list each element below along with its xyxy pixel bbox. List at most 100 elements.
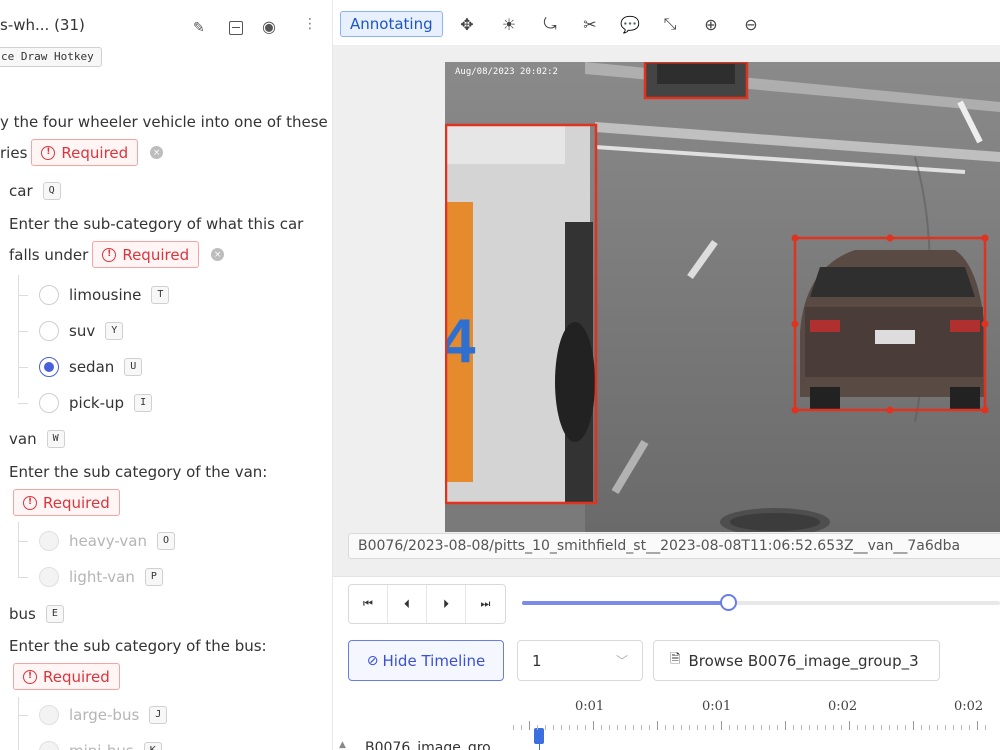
timeline-tick	[697, 725, 698, 730]
mode-badge[interactable]: Annotating	[340, 11, 443, 37]
van-sub-question: Enter the sub category of the van:	[9, 463, 268, 481]
option-heavy-van[interactable]: heavy-van	[69, 532, 147, 550]
brightness-icon[interactable]: ☀	[497, 12, 521, 36]
timeline-tick	[625, 725, 626, 730]
move-icon[interactable]: ✥	[455, 12, 479, 36]
clear-icon[interactable]: ×	[150, 146, 164, 159]
timeline-tick	[985, 725, 986, 730]
timeline-tick	[801, 725, 802, 730]
timeline-label: 0:01	[702, 699, 732, 714]
rotate-icon[interactable]: ⤿	[538, 12, 562, 36]
hotkey-badge[interactable]: ce Draw Hotkey	[0, 47, 102, 67]
frame-select-value: 1	[532, 651, 542, 670]
comment-icon[interactable]: 💬	[618, 12, 642, 36]
car-sub-question: Enter the sub-category of what this car	[9, 215, 304, 233]
timeline-tick	[649, 725, 650, 730]
timeline-tick	[537, 725, 538, 730]
brush-icon[interactable]: ✎	[193, 20, 205, 36]
timeline-tick	[609, 725, 610, 730]
more-icon[interactable]: ⋮	[303, 16, 317, 32]
clear-icon[interactable]: ×	[211, 248, 225, 261]
timeline-tick	[601, 725, 602, 730]
browse-button[interactable]: 🗎 Browse B0076_image_group_3	[653, 640, 940, 681]
timeline-tick	[977, 721, 978, 730]
timeline-tick	[689, 725, 690, 730]
radio-light-van[interactable]	[39, 567, 59, 587]
timeline-tick	[889, 725, 890, 730]
option-sedan[interactable]: sedan	[69, 358, 114, 376]
option-limousine[interactable]: limousine	[69, 286, 141, 304]
car-sub-question-2: falls under	[9, 245, 89, 264]
radio-limousine[interactable]	[39, 285, 59, 305]
hotkey: I	[134, 394, 153, 412]
option-van[interactable]: van	[9, 430, 37, 448]
progress-track[interactable]	[522, 594, 1000, 611]
timeline-tick	[833, 725, 834, 730]
timeline-label: 0:02	[954, 699, 984, 714]
timeline-tick	[593, 721, 594, 730]
option-pick-up[interactable]: pick-up	[69, 394, 124, 412]
timeline-tick	[665, 725, 666, 730]
radio-large-bus[interactable]	[39, 705, 59, 725]
track-label: B0076_image_gro	[365, 740, 491, 750]
timeline-tick	[569, 725, 570, 730]
collapse-icon[interactable]	[229, 21, 243, 35]
timeline-tick	[529, 721, 530, 730]
timeline-tick	[785, 721, 786, 730]
first-frame-icon[interactable]: ⏮	[349, 585, 388, 623]
hotkey: P	[144, 568, 163, 586]
timeline-tick	[673, 725, 674, 730]
prev-frame-icon[interactable]: ⏴	[388, 585, 427, 623]
alert-icon: !	[23, 669, 37, 684]
option-suv[interactable]: suv	[69, 322, 95, 340]
timeline-tick	[905, 725, 906, 730]
hotkey-car: Q	[42, 182, 61, 200]
zoom-in-icon[interactable]: ⊕	[699, 12, 723, 36]
panel-title: s-wh... (31)	[0, 16, 85, 34]
timeline-tick	[561, 725, 562, 730]
timeline-tick	[969, 725, 970, 730]
annotation-panel: s-wh... (31) ✎ ◉ ⋮ ce Draw Hotkey y the …	[0, 0, 333, 750]
scissors-icon[interactable]: ✂	[578, 12, 602, 36]
hotkey: O	[157, 532, 176, 550]
option-bus[interactable]: bus	[9, 605, 36, 623]
next-frame-icon[interactable]: ⏵	[427, 585, 466, 623]
eye-icon[interactable]: ◉	[262, 17, 276, 36]
alert-icon: !	[41, 145, 56, 160]
zoom-out-icon[interactable]: ⊖	[739, 12, 763, 36]
last-frame-icon[interactable]: ⏭	[466, 585, 505, 623]
timeline-tick	[809, 725, 810, 730]
option-light-van[interactable]: light-van	[69, 568, 135, 586]
radio-suv[interactable]	[39, 321, 59, 341]
required-badge: ! Required	[92, 241, 200, 268]
timeline-tick	[713, 725, 714, 730]
option-large-bus[interactable]: large-bus	[69, 706, 139, 724]
progress-handle[interactable]	[719, 594, 737, 611]
radio-mini-bus[interactable]	[39, 741, 59, 750]
timeline-tick	[721, 721, 722, 730]
option-car[interactable]: car	[9, 182, 33, 200]
collapse-track-icon[interactable]: ▲	[339, 740, 346, 750]
alert-icon: !	[23, 495, 37, 510]
svg-text:4: 4	[445, 307, 476, 376]
browse-label: Browse B0076_image_group_3	[688, 651, 919, 670]
timeline-tick	[849, 721, 850, 730]
timeline-tick	[737, 725, 738, 730]
timeline-tick	[585, 725, 586, 730]
frame-image[interactable]: 4 Aug/08/2023 20:02:2	[445, 62, 1000, 532]
timeline-tick	[745, 725, 746, 730]
timeline-tick	[705, 725, 706, 730]
chevron-down-icon: ﹀	[615, 654, 628, 668]
timeline-tick	[945, 725, 946, 730]
fit-screen-icon[interactable]: ⤡	[658, 12, 682, 36]
hide-timeline-button[interactable]: ⊘ Hide Timeline	[348, 640, 504, 681]
timeline-tick	[513, 725, 514, 730]
radio-sedan[interactable]	[39, 357, 59, 377]
playback-controls: ⏮ ⏴ ⏵ ⏭	[348, 584, 506, 624]
radio-pick-up[interactable]	[39, 393, 59, 413]
frame-select[interactable]: 1 ﹀	[517, 640, 643, 681]
hotkey-bus: E	[45, 605, 64, 623]
option-mini-bus[interactable]: mini-bus	[69, 742, 134, 750]
timeline-cursor[interactable]	[534, 728, 544, 744]
radio-heavy-van[interactable]	[39, 531, 59, 551]
